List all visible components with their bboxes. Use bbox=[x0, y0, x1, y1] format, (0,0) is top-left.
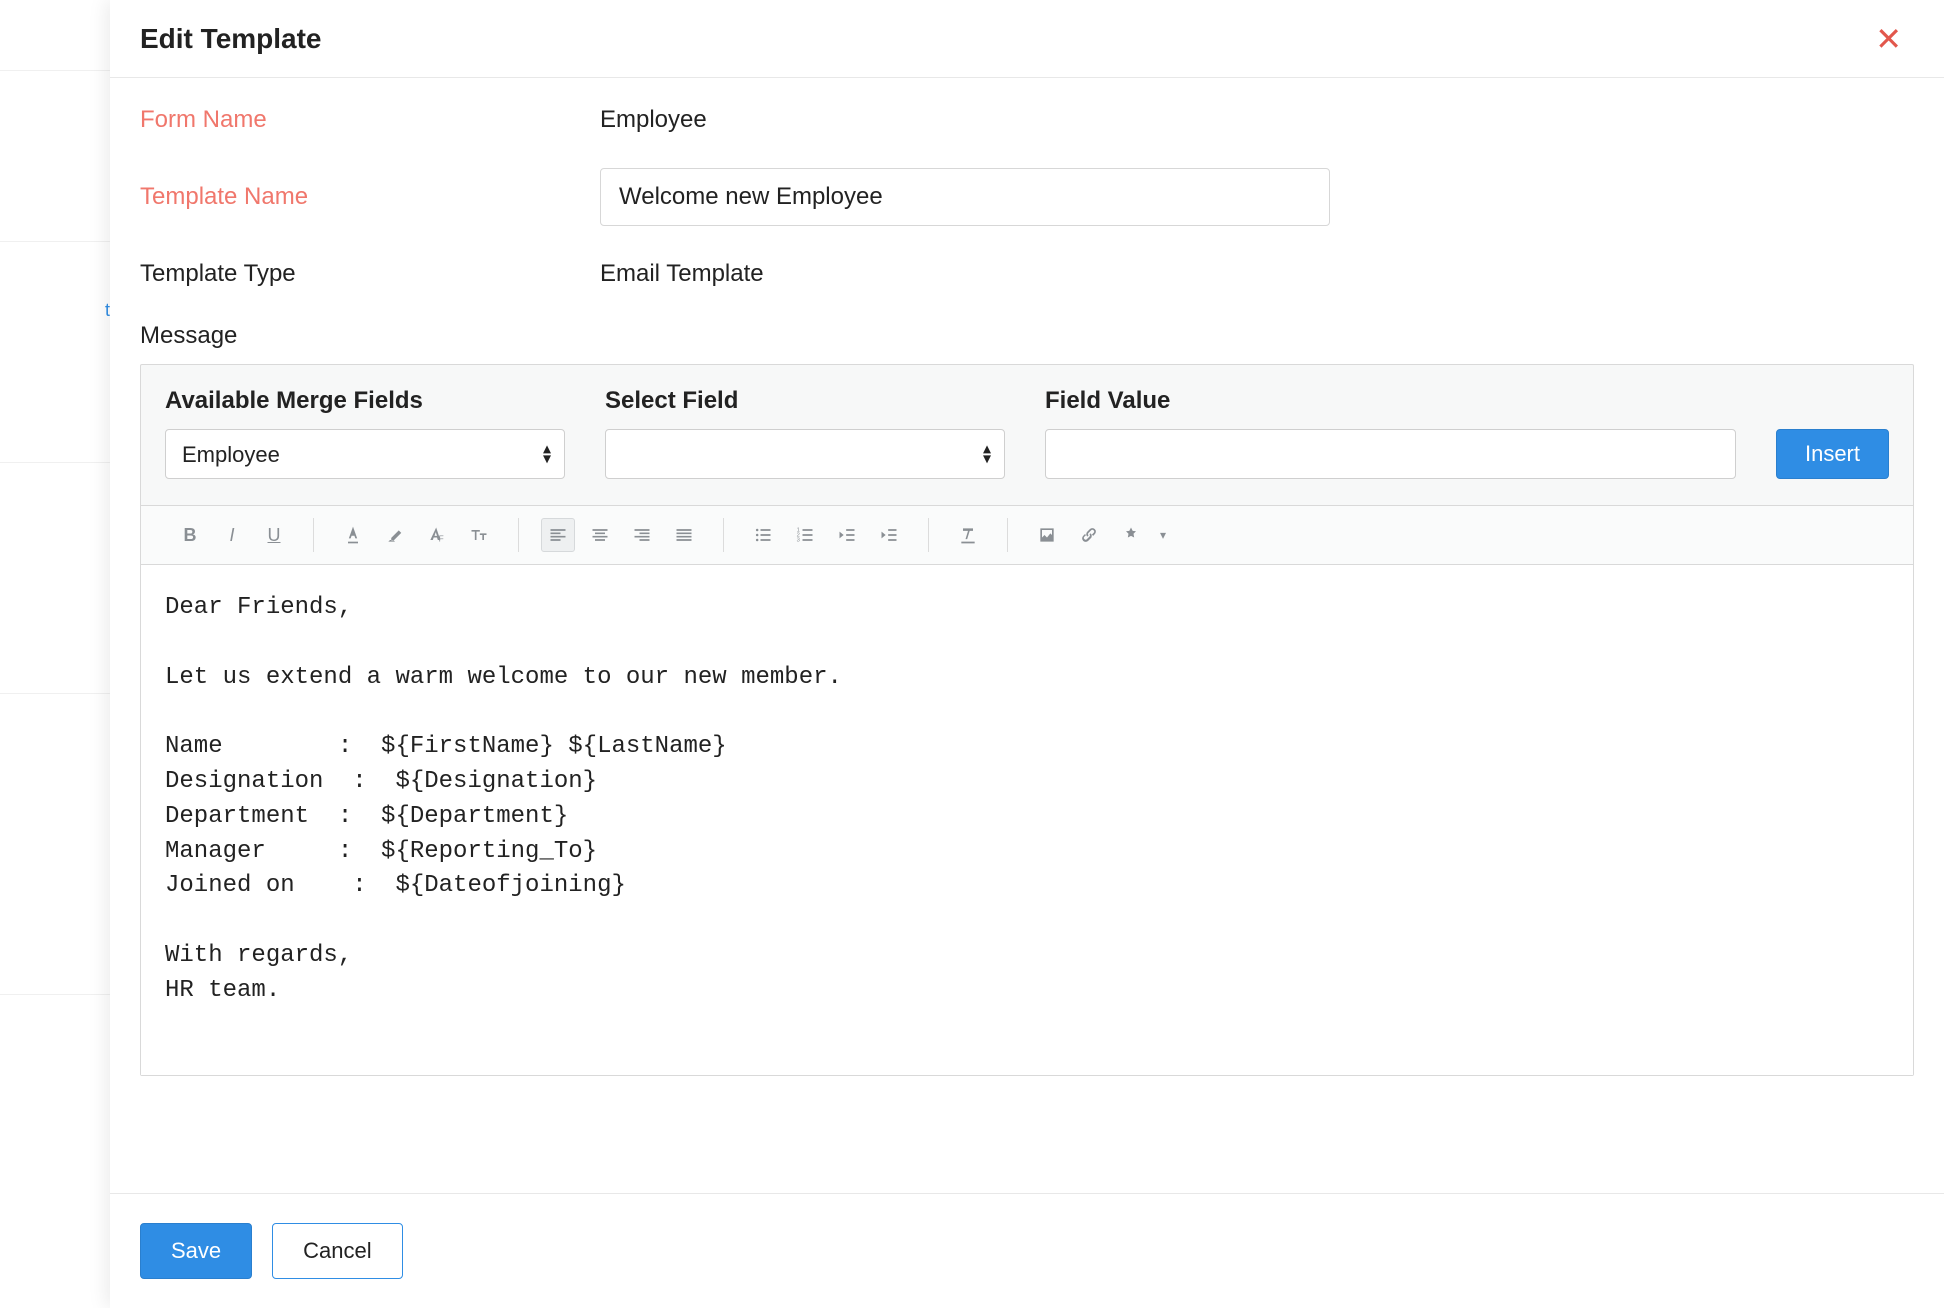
template-name-input[interactable] bbox=[600, 168, 1330, 226]
message-label: Message bbox=[140, 322, 1914, 350]
available-merge-col: Available Merge Fields Employee ▴▾ bbox=[165, 387, 565, 479]
image-icon[interactable] bbox=[1030, 518, 1064, 552]
align-left-icon[interactable] bbox=[541, 518, 575, 552]
panel-footer: Save Cancel bbox=[110, 1193, 1944, 1308]
field-value-header: Field Value bbox=[1045, 387, 1736, 415]
background-link-fragment: t bbox=[0, 300, 110, 321]
outdent-icon[interactable] bbox=[830, 518, 864, 552]
form-name-row: Form Name Employee bbox=[140, 106, 1914, 134]
message-body-editor[interactable]: Dear Friends, Let us extend a warm welco… bbox=[141, 565, 1913, 1075]
background-sliver: t bbox=[0, 0, 110, 1308]
toolbar-more-dropdown-icon[interactable]: ▾ bbox=[1160, 528, 1166, 542]
select-field-header: Select Field bbox=[605, 387, 1005, 415]
message-editor-container: Available Merge Fields Employee ▴▾ Selec… bbox=[140, 364, 1914, 1076]
align-center-icon[interactable] bbox=[583, 518, 617, 552]
insert-button[interactable]: Insert bbox=[1776, 429, 1889, 479]
underline-icon[interactable]: U bbox=[257, 518, 291, 552]
bold-icon[interactable]: B bbox=[173, 518, 207, 552]
numbered-list-icon[interactable]: 123 bbox=[788, 518, 822, 552]
edit-template-panel: Edit Template ✕ Form Name Employee Templ… bbox=[110, 0, 1944, 1308]
insert-col: . Insert bbox=[1776, 387, 1889, 479]
template-name-row: Template Name bbox=[140, 168, 1914, 226]
field-value-input[interactable] bbox=[1045, 429, 1736, 479]
template-type-row: Template Type Email Template bbox=[140, 260, 1914, 288]
template-type-value: Email Template bbox=[600, 260, 764, 288]
highlight-icon[interactable] bbox=[378, 518, 412, 552]
merge-fields-row: Available Merge Fields Employee ▴▾ Selec… bbox=[141, 365, 1913, 505]
bulleted-list-icon[interactable] bbox=[746, 518, 780, 552]
select-field-col: Select Field ▴▾ bbox=[605, 387, 1005, 479]
cancel-button[interactable]: Cancel bbox=[272, 1223, 402, 1279]
template-type-label: Template Type bbox=[140, 260, 600, 288]
form-name-label: Form Name bbox=[140, 106, 600, 134]
svg-text:3: 3 bbox=[797, 538, 800, 544]
align-justify-icon[interactable] bbox=[667, 518, 701, 552]
special-char-icon[interactable] bbox=[1114, 518, 1148, 552]
editor-toolbar: B I U F bbox=[141, 505, 1913, 565]
available-merge-header: Available Merge Fields bbox=[165, 387, 565, 415]
close-icon[interactable]: ✕ bbox=[1875, 23, 1902, 55]
link-icon[interactable] bbox=[1072, 518, 1106, 552]
indent-icon[interactable] bbox=[872, 518, 906, 552]
field-value-col: Field Value bbox=[1045, 387, 1736, 479]
available-merge-select[interactable]: Employee bbox=[165, 429, 565, 479]
form-area: Form Name Employee Template Name Templat… bbox=[110, 78, 1944, 1076]
clear-formatting-icon[interactable] bbox=[951, 518, 985, 552]
svg-text:F: F bbox=[439, 534, 444, 544]
font-color-icon[interactable] bbox=[336, 518, 370, 552]
font-size-icon[interactable] bbox=[462, 518, 496, 552]
form-name-value: Employee bbox=[600, 106, 707, 134]
font-family-icon[interactable]: F bbox=[420, 518, 454, 552]
panel-title: Edit Template bbox=[140, 23, 322, 55]
select-field-select[interactable] bbox=[605, 429, 1005, 479]
align-right-icon[interactable] bbox=[625, 518, 659, 552]
template-name-label: Template Name bbox=[140, 183, 600, 211]
save-button[interactable]: Save bbox=[140, 1223, 252, 1279]
panel-header: Edit Template ✕ bbox=[110, 0, 1944, 78]
italic-icon[interactable]: I bbox=[215, 518, 249, 552]
